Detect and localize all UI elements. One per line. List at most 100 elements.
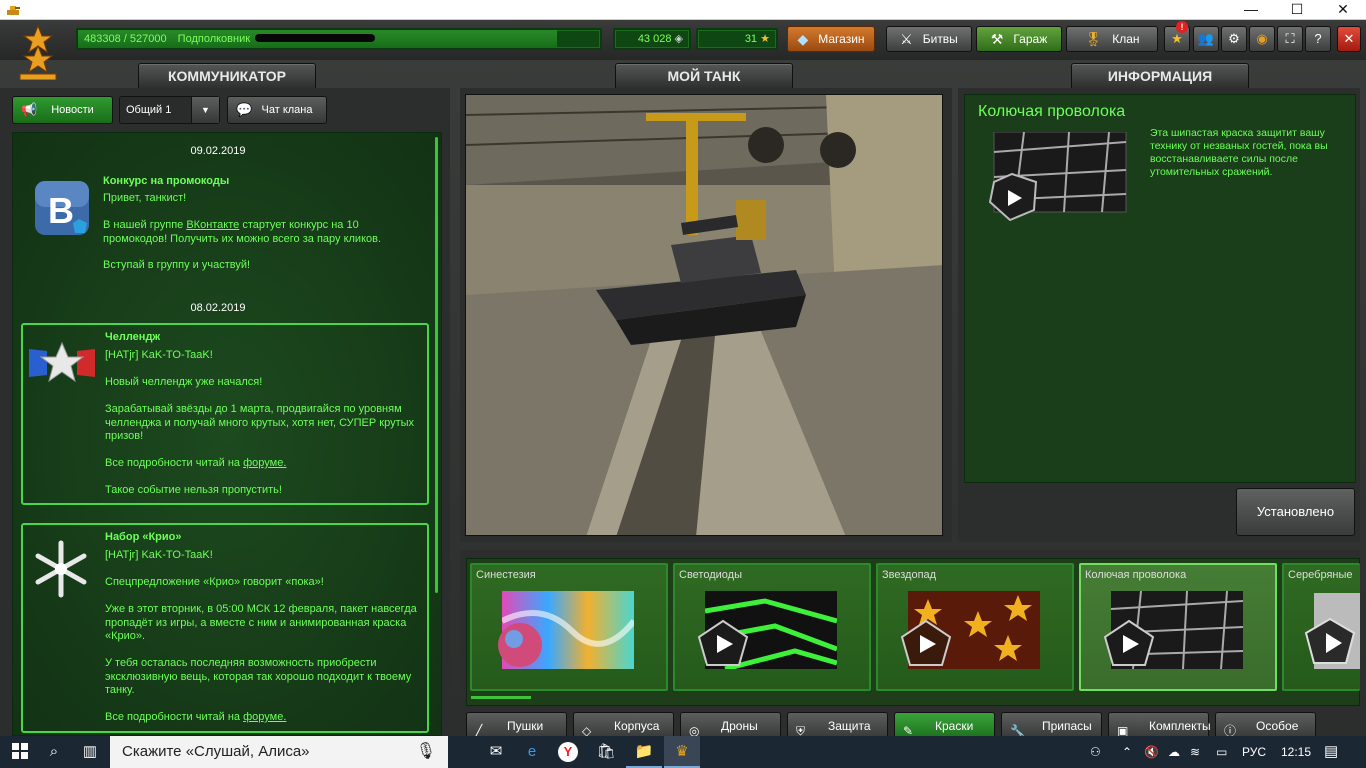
clan-chat-label: Чат клана (261, 104, 313, 116)
action-center-icon[interactable]: ▤ (1324, 736, 1338, 768)
xp-value: 483308 / 527000 (84, 33, 167, 45)
battery-icon[interactable]: ▭ (1216, 736, 1227, 768)
xp-bar: 483308 / 527000 Подполковник (76, 28, 602, 50)
play-animated-icon (900, 619, 952, 666)
clan-chat-button[interactable]: 💬 Чат клана (227, 96, 327, 124)
exit-button[interactable]: ✕ (1337, 26, 1361, 52)
paint-card-silver[interactable]: Серебряные (1282, 563, 1360, 691)
news-text: Привет, танкист! (103, 192, 187, 204)
tanki-online-taskbar-icon[interactable]: ♛ (664, 736, 700, 768)
file-explorer-icon[interactable]: 📁 (626, 736, 662, 768)
clock[interactable]: 12:15 (1281, 736, 1311, 768)
info-item-title: Колючая проволока (978, 103, 1126, 120)
language-indicator[interactable]: РУС (1242, 736, 1266, 768)
exclamation-icon: ⓘ (1224, 724, 1237, 738)
task-view-icon[interactable]: ▥ (72, 736, 108, 768)
battles-label: Битвы (922, 32, 958, 46)
fullscreen-button[interactable]: ⛶ (1277, 26, 1303, 52)
rank-name: Подполковник (177, 33, 251, 45)
sound-icon: ◉ (1256, 31, 1268, 46)
tray-chevron-icon[interactable]: ⌃ (1122, 736, 1132, 768)
news-label: Новости (51, 104, 94, 116)
channel-select[interactable]: Общий 1 ▼ (119, 96, 220, 124)
strip-scroll-indicator[interactable] (471, 696, 531, 699)
paint-name: Синестезия (476, 569, 536, 581)
microphone-icon[interactable]: 🎙 (416, 736, 436, 768)
forum-link[interactable]: форуме. (243, 711, 286, 723)
installed-button[interactable]: Установлено (1236, 488, 1355, 536)
help-button[interactable]: ? (1305, 26, 1331, 52)
turret-icon: ╱ (475, 724, 483, 738)
search-icon[interactable]: ⌕ (36, 736, 72, 768)
tab-label: Припасы (1042, 719, 1092, 733)
store-icon[interactable]: 🛍 (588, 736, 624, 768)
shop-label: Магазин (818, 32, 865, 46)
info-description: Эта шипастая краска защитит вашу технику… (1150, 127, 1328, 178)
maximize-button[interactable]: ☐ (1274, 0, 1320, 20)
paint-card-synesthesia[interactable]: Синестезия (470, 563, 668, 691)
top-hud: 483308 / 527000 Подполковник 43 028 ◈ 31… (0, 20, 1366, 80)
friends-icon: 👥 (1197, 31, 1215, 46)
paint-name: Светодиоды (679, 569, 742, 581)
notification-badge: ! (1176, 21, 1188, 33)
shop-button[interactable]: ◆ Магазин (787, 26, 875, 52)
feed-scrollbar[interactable] (435, 137, 438, 593)
stars-value: 31 (744, 33, 758, 45)
start-button[interactable] (2, 736, 38, 768)
battles-button[interactable]: ⚔ Битвы (886, 26, 972, 52)
paint-card-barbed-wire[interactable]: Колючая проволока (1079, 563, 1277, 691)
tab-communicator[interactable]: КОММУНИКАТОР (138, 63, 316, 89)
news-button[interactable]: 📢 Новости (12, 96, 113, 124)
rank-insignia-icon (19, 24, 57, 80)
network-icon[interactable]: ☁ (1168, 736, 1180, 768)
people-icon[interactable]: ⚇ (1090, 736, 1101, 768)
tab-label: Особое (1256, 719, 1299, 733)
redacted-nickname (255, 34, 376, 42)
friends-button[interactable]: 👥 (1193, 26, 1219, 52)
news-text: Уже в этот вторник, в 05:00 МСК 12 февра… (105, 603, 417, 642)
garage-scene-image (466, 95, 942, 535)
star-badge-icon: ★ (1171, 31, 1183, 46)
news-date: 08.02.2019 (190, 302, 246, 314)
star-icon: ★ (760, 33, 770, 45)
wifi-icon[interactable]: ≋ (1190, 736, 1200, 768)
news-text: В нашей группе ВКонтакте стартует конкур… (103, 219, 382, 245)
sound-button[interactable]: ◉ (1249, 26, 1275, 52)
news-author: [HATjr] KaK-TO-TaaK! (105, 549, 213, 561)
forum-link[interactable]: форуме. (243, 457, 286, 469)
paint-card-led[interactable]: Светодиоды (673, 563, 871, 691)
tab-information[interactable]: ИНФОРМАЦИЯ (1071, 63, 1249, 89)
close-window-button[interactable]: ✕ (1320, 0, 1366, 20)
window-titlebar: — ☐ ✕ (0, 0, 1366, 20)
minimize-button[interactable]: — (1228, 0, 1274, 20)
fullscreen-icon: ⛶ (1285, 31, 1295, 46)
tab-my-tank[interactable]: МОЙ ТАНК (615, 63, 793, 89)
garage-label: Гараж (1013, 32, 1048, 46)
vk-link[interactable]: ВКонтакте (186, 219, 239, 231)
tank-garage-view[interactable] (465, 94, 943, 536)
settings-button[interactable]: ⚙ (1221, 26, 1247, 52)
news-feed[interactable]: 09.02.2019 B Конкурс на промокоды Привет… (12, 132, 442, 736)
diamond-icon: ◆ (797, 31, 809, 47)
clan-label: Клан (1112, 32, 1140, 46)
garage-button[interactable]: ⚒ Гараж (976, 26, 1062, 52)
volume-muted-icon[interactable]: 🔇 (1144, 736, 1159, 768)
news-text: Спецпредложение «Крио» говорит «пока»! (105, 576, 324, 588)
news-item: B Конкурс на промокоды Привет, танкист! … (21, 173, 429, 283)
clan-button[interactable]: 🎖 Клан (1066, 26, 1158, 52)
search-placeholder: Скажите «Слушай, Алиса» (122, 743, 310, 760)
paint-card-starfall[interactable]: Звездопад (876, 563, 1074, 691)
tab-label: Комплекты (1149, 719, 1211, 733)
play-animated-icon (697, 619, 749, 666)
edge-icon[interactable]: e (514, 736, 550, 768)
tab-label: Пушки (507, 719, 544, 733)
app-icon (7, 6, 20, 15)
yandex-browser-icon[interactable]: Y (550, 736, 586, 768)
vk-logo-icon: B (35, 181, 89, 235)
cortana-search-box[interactable]: Скажите «Слушай, Алиса» 🎙 (110, 736, 448, 768)
paint-sphere-icon (498, 623, 542, 667)
mail-icon[interactable]: ✉ (478, 736, 514, 768)
stars-counter: 31 ★ (696, 28, 778, 50)
chevron-down-icon[interactable]: ▼ (191, 97, 219, 123)
crossed-swords-icon: ⚔ (900, 31, 913, 47)
